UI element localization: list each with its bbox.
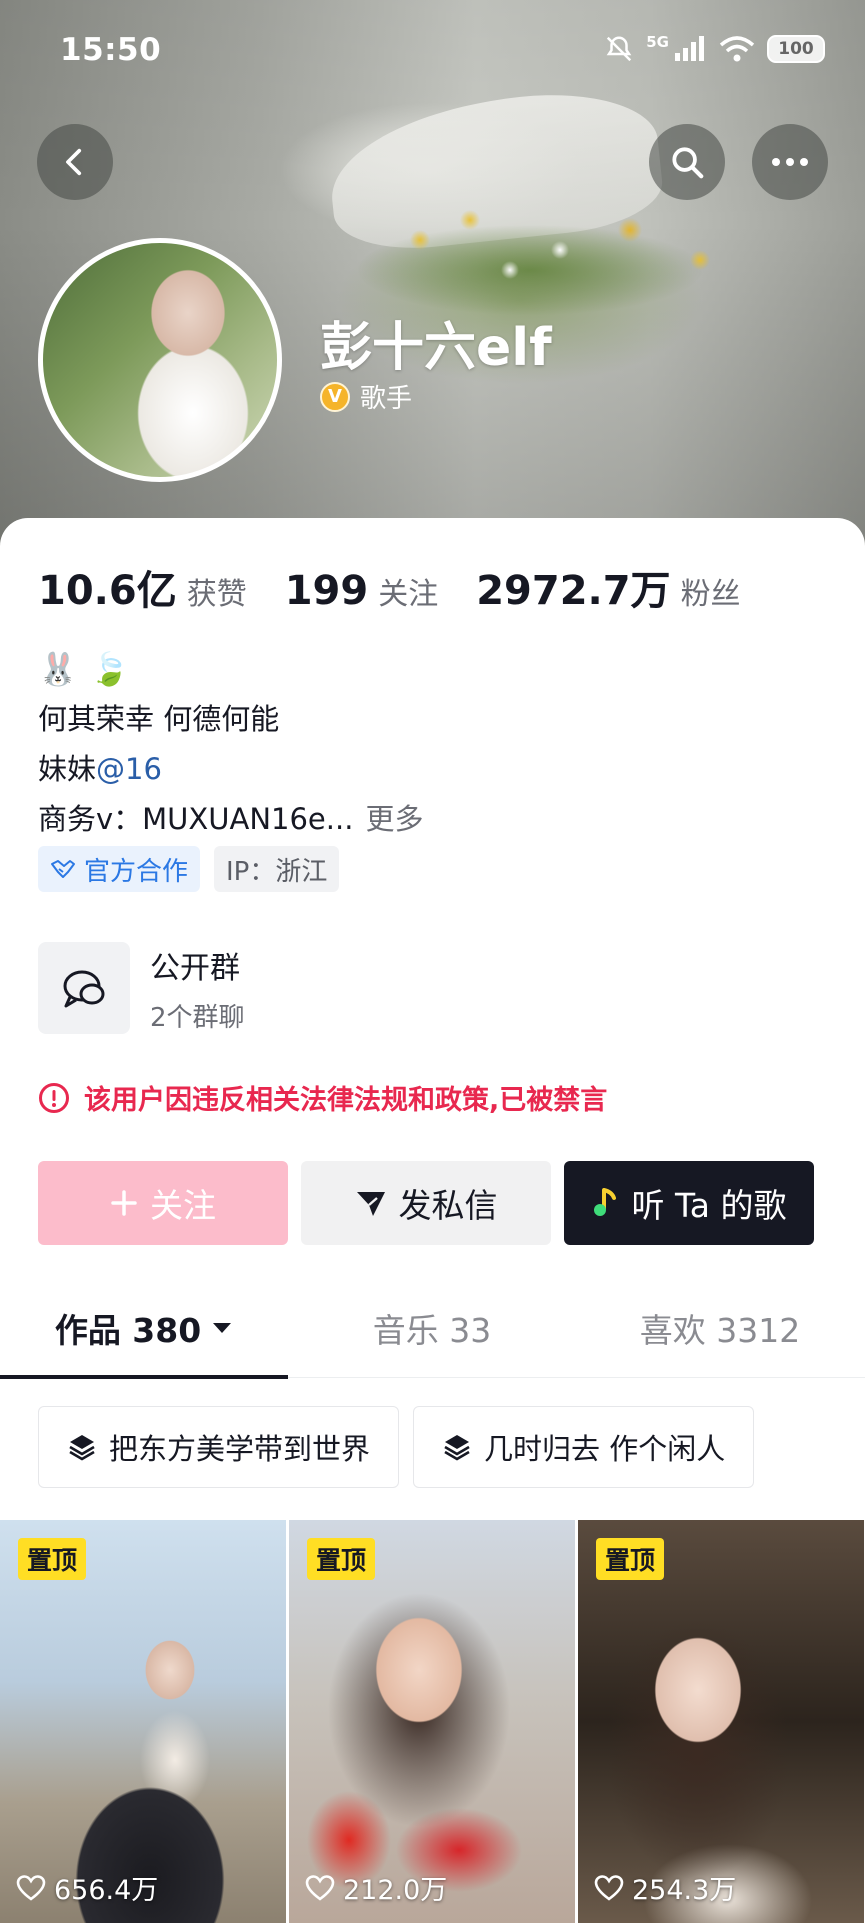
- ip-location-label: IP：浙江: [226, 856, 328, 887]
- layers-icon: [69, 1435, 95, 1461]
- caret-down-icon: [213, 1322, 232, 1333]
- listen-songs-label: 听 Ta 的歌: [631, 1186, 787, 1225]
- heart-icon: [305, 1874, 335, 1901]
- plus-icon: [111, 1190, 137, 1216]
- video-grid: 置顶 656.4万 置顶 212.0万 置顶 254.3万: [0, 1520, 865, 1923]
- bio: 🐰 🍃 何其荣幸 何德何能 妹妹@16 商务v：MUXUAN16e... 更多: [38, 644, 423, 844]
- signal-icon: [675, 36, 704, 61]
- video-likes: 656.4万: [16, 1868, 158, 1907]
- send-message-button[interactable]: 发私信: [301, 1161, 551, 1245]
- music-note-icon: [593, 1188, 616, 1216]
- status-time: 15:50: [60, 32, 162, 68]
- status-icons: 5G 100: [604, 33, 825, 64]
- follow-label: 关注: [150, 1186, 216, 1225]
- more-dots-icon: [772, 158, 808, 166]
- collection-chip[interactable]: 几时归去 作个闲人: [413, 1406, 755, 1488]
- more-options-button[interactable]: [752, 124, 828, 200]
- video-thumbnail[interactable]: 置顶 254.3万: [578, 1520, 864, 1923]
- profile-tags: 官方合作 IP：浙江: [38, 846, 340, 892]
- pinned-badge: 置顶: [596, 1538, 665, 1580]
- heart-icon: [16, 1874, 46, 1901]
- video-likes-count: 254.3万: [632, 1875, 737, 1906]
- bio-business-text: 商务v：MUXUAN16e...: [38, 802, 354, 836]
- tab-likes-label: 喜欢 3312: [639, 1310, 801, 1350]
- listen-songs-button[interactable]: 听 Ta 的歌: [564, 1161, 814, 1245]
- official-cooperation-label: 官方合作: [84, 856, 189, 887]
- chevron-left-icon: [66, 148, 82, 176]
- stat-following[interactable]: 199 关注: [285, 568, 439, 614]
- tab-works-label: 作品 380: [54, 1310, 202, 1350]
- video-likes: 254.3万: [594, 1868, 736, 1907]
- video-likes-count: 656.4万: [54, 1875, 159, 1906]
- ban-warning-text: 该用户因违反相关法律法规和政策,已被禁言: [84, 1085, 608, 1116]
- pinned-badge: 置顶: [18, 1538, 87, 1580]
- bio-emoji-row: 🐰 🍃: [38, 644, 423, 694]
- follow-button[interactable]: 关注: [38, 1161, 288, 1245]
- action-buttons: 关注 发私信 听 Ta 的歌: [38, 1161, 814, 1245]
- rabbit-emoji: 🐰: [38, 650, 78, 688]
- send-message-label: 发私信: [398, 1186, 498, 1225]
- battery-indicator: 100: [767, 35, 825, 63]
- verified-badge-icon: V: [320, 381, 350, 412]
- handshake-icon: [51, 860, 75, 878]
- layers-icon: [444, 1435, 470, 1461]
- stat-likes-label: 获赞: [186, 577, 247, 612]
- collection-chip-label: 把东方美学带到世界: [109, 1432, 371, 1466]
- network-label: 5G: [646, 33, 669, 51]
- collection-chip-label: 几时归去 作个闲人: [484, 1432, 726, 1466]
- leaf-emoji: 🍃: [89, 650, 130, 688]
- bio-line-2-prefix: 妹妹: [38, 752, 97, 786]
- public-group-entry[interactable]: 公开群 2个群聊: [38, 942, 245, 1034]
- group-title: 公开群: [150, 950, 240, 986]
- wifi-icon: [719, 36, 755, 62]
- bio-line-3: 商务v：MUXUAN16e... 更多: [38, 794, 423, 844]
- stat-likes[interactable]: 10.6亿 获赞: [38, 558, 247, 616]
- group-text: 公开群 2个群聊: [150, 943, 245, 1034]
- bio-more-link[interactable]: 更多: [365, 802, 423, 836]
- video-likes-count: 212.0万: [343, 1875, 448, 1906]
- search-icon: [672, 147, 704, 179]
- tab-music-label: 音乐 33: [372, 1310, 492, 1350]
- group-subtitle: 2个群聊: [150, 1002, 245, 1033]
- official-cooperation-tag[interactable]: 官方合作: [38, 846, 201, 892]
- stat-followers[interactable]: 2972.7万 粉丝: [476, 558, 740, 616]
- stat-likes-value: 10.6亿: [38, 568, 177, 614]
- stat-following-value: 199: [284, 568, 369, 614]
- collection-chip[interactable]: 把东方美学带到世界: [38, 1406, 400, 1488]
- video-thumbnail[interactable]: 置顶 212.0万: [289, 1520, 575, 1923]
- battery-level: 100: [778, 39, 814, 59]
- stats-row: 10.6亿 获赞 199 关注 2972.7万 粉丝: [38, 558, 779, 616]
- tab-works[interactable]: 作品 380: [0, 1278, 288, 1379]
- verified-title: 歌手: [360, 384, 413, 414]
- bio-mention-link[interactable]: @16: [96, 752, 162, 786]
- username: 彭十六elf: [320, 318, 552, 378]
- heart-icon: [594, 1874, 624, 1901]
- ban-warning: 该用户因违反相关法律法规和政策,已被禁言: [38, 1078, 607, 1117]
- tab-likes[interactable]: 喜欢 3312: [576, 1278, 864, 1377]
- paper-plane-icon: [356, 1192, 385, 1216]
- ip-location-tag: IP：浙江: [214, 846, 340, 892]
- back-button[interactable]: [37, 124, 113, 200]
- status-bar: 15:50 5G 100: [0, 0, 865, 100]
- stat-following-label: 关注: [378, 577, 439, 612]
- content-tabs: 作品 380 音乐 33 喜欢 3312: [0, 1278, 865, 1379]
- profile-card: 10.6亿 获赞 199 关注 2972.7万 粉丝 🐰 🍃 何其荣幸 何德何能…: [0, 518, 865, 1923]
- group-chat-icon: [38, 942, 130, 1034]
- mute-bell-icon: [606, 36, 632, 62]
- tab-music[interactable]: 音乐 33: [288, 1278, 576, 1377]
- stat-followers-label: 粉丝: [680, 577, 741, 612]
- warning-circle-icon: [39, 1082, 69, 1113]
- video-likes: 212.0万: [305, 1868, 447, 1907]
- verified-label: V 歌手: [320, 378, 412, 415]
- bio-line-1: 何其荣幸 何德何能: [38, 702, 280, 736]
- video-thumbnail[interactable]: 置顶 656.4万: [0, 1520, 286, 1923]
- collections-row: 把东方美学带到世界 几时归去 作个闲人: [38, 1406, 755, 1488]
- search-button[interactable]: [649, 124, 725, 200]
- bio-line-2: 妹妹@16: [38, 744, 423, 794]
- avatar[interactable]: [38, 238, 282, 482]
- pinned-badge: 置顶: [307, 1538, 376, 1580]
- stat-followers-value: 2972.7万: [476, 568, 671, 614]
